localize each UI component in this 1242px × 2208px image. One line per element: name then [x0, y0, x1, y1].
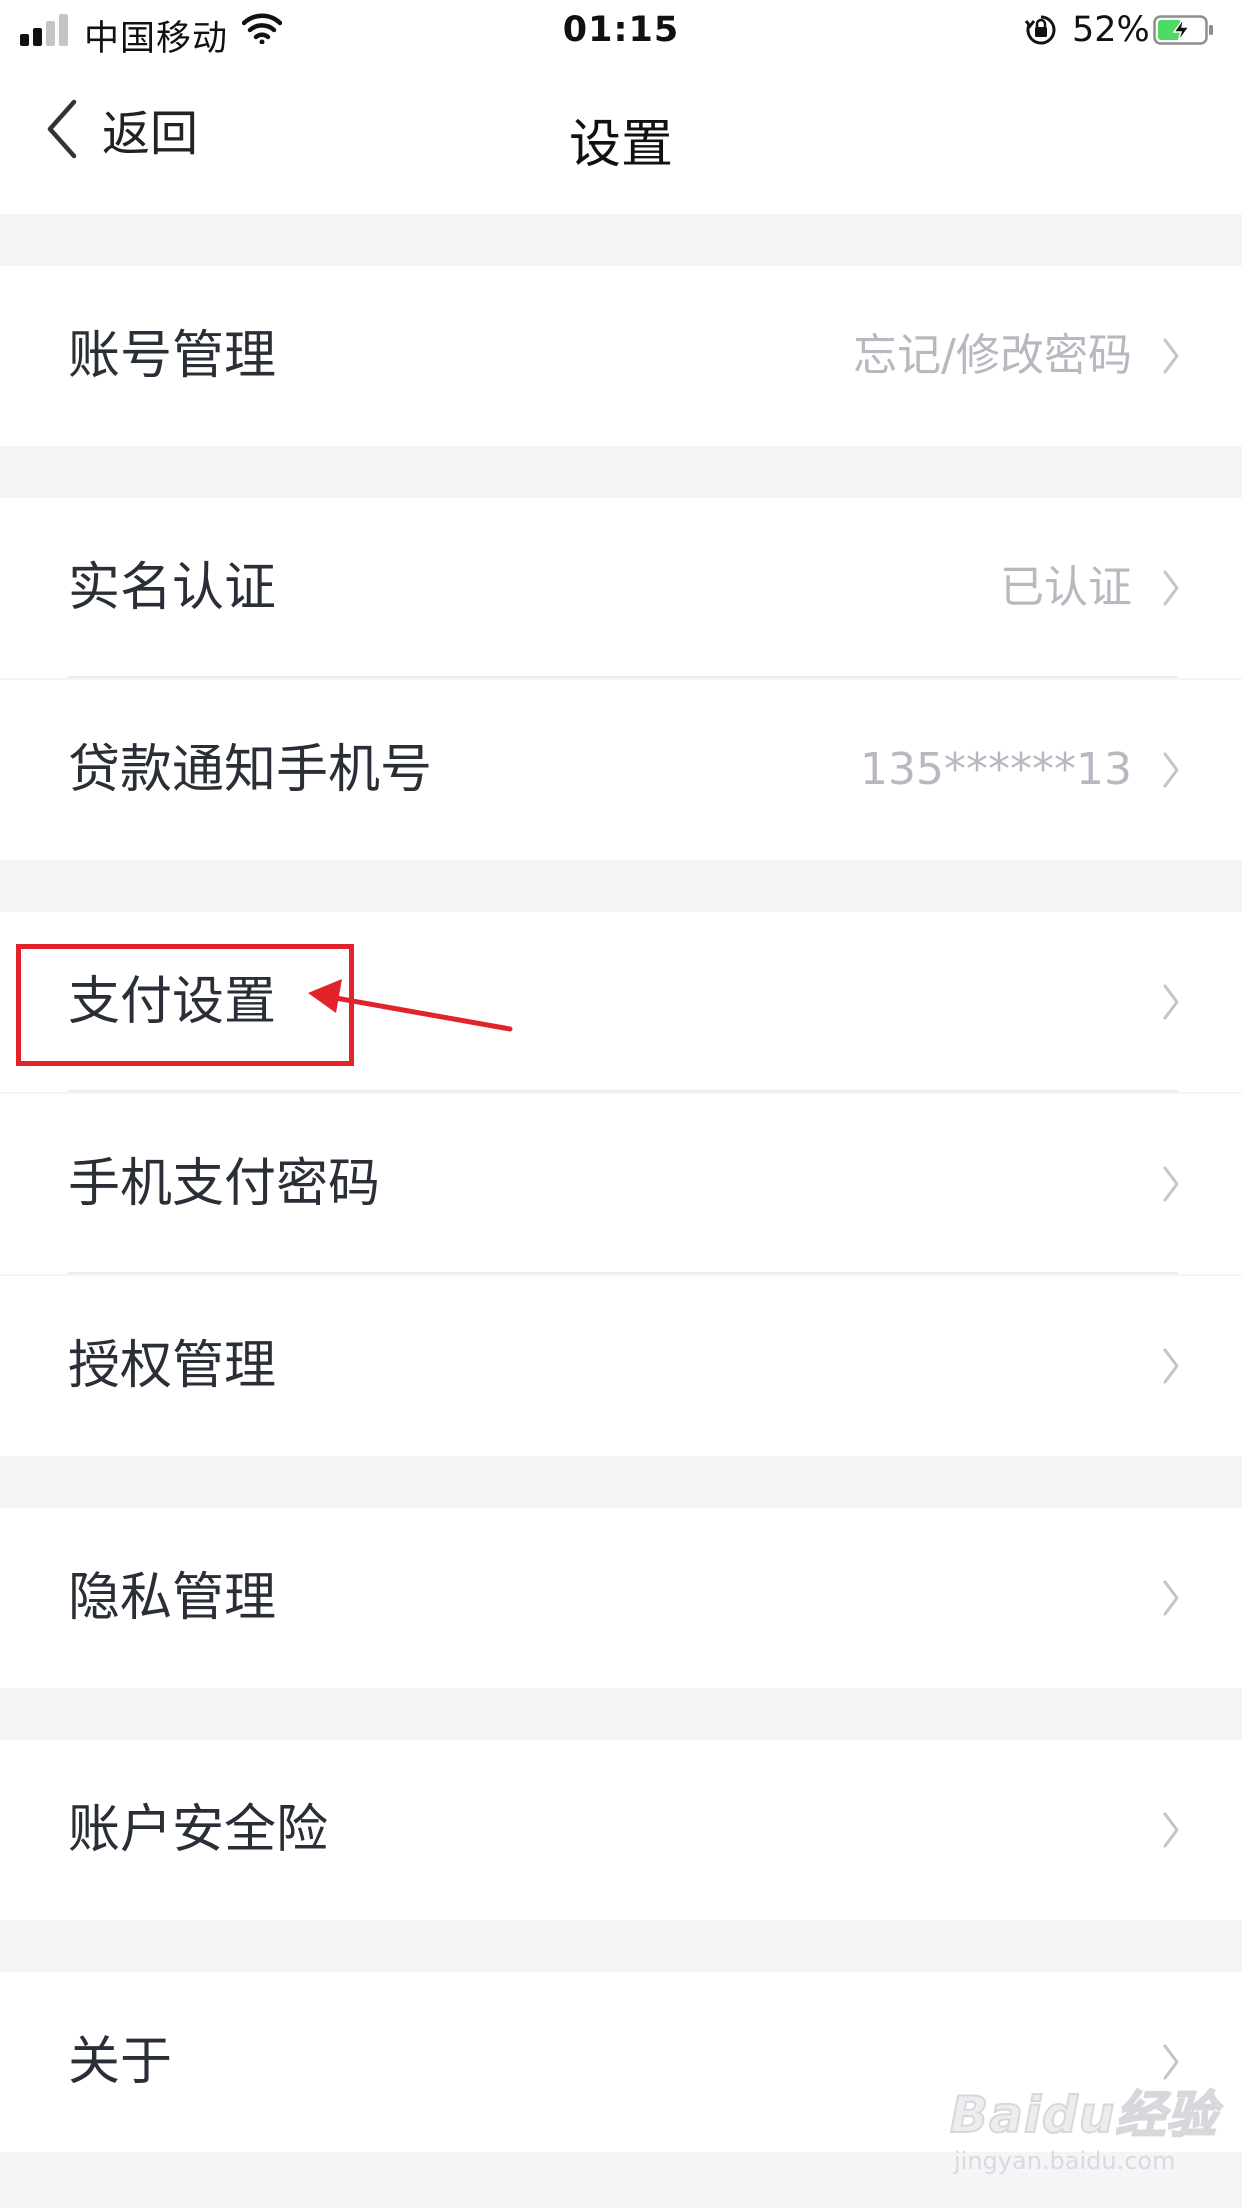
- chevron-right-icon: [1163, 570, 1179, 606]
- chevron-right-icon: [1163, 338, 1179, 374]
- settings-item-label: 手机支付密码: [68, 1154, 381, 1214]
- settings-item-label: 账户安全险: [68, 1800, 329, 1860]
- settings-item-label: 关于: [68, 2032, 173, 2092]
- settings-item-label: 隐私管理: [68, 1568, 277, 1628]
- row-divider: [68, 1272, 1178, 1274]
- chevron-right-icon: [1163, 1812, 1179, 1848]
- annotation-arrow-icon: [308, 979, 513, 1032]
- battery-percentage: 52%: [1072, 10, 1150, 50]
- settings-item-value: 已认证: [1000, 562, 1132, 613]
- baidu-jingyan-watermark: Baidu经验 jingyan.baidu.com: [949, 2075, 1217, 2185]
- watermark-brand: Baidu经验: [949, 2085, 1218, 2145]
- settings-item-value: 135******13: [860, 744, 1132, 795]
- settings-item-label: 实名认证: [68, 558, 277, 618]
- chevron-right-icon: [1163, 984, 1179, 1020]
- chevron-right-icon: [1163, 752, 1179, 788]
- status-bar: 中国移动 01:15 52%: [0, 0, 1242, 62]
- settings-item-privacy-management[interactable]: 隐私管理: [0, 1508, 1242, 1688]
- row-divider: [68, 1090, 1178, 1092]
- settings-item-real-name-verification[interactable]: 实名认证 已认证: [0, 498, 1242, 678]
- settings-item-authorization-management[interactable]: 授权管理: [0, 1276, 1242, 1456]
- navigation-bar: 返回 设置: [0, 62, 1242, 214]
- settings-item-mobile-pay-password[interactable]: 手机支付密码: [0, 1094, 1242, 1274]
- orientation-lock-icon: [1024, 15, 1056, 45]
- row-divider: [68, 676, 1178, 678]
- watermark-url: jingyan.baidu.com: [954, 2147, 1176, 2175]
- chevron-right-icon: [1163, 1348, 1179, 1384]
- settings-item-account-security-insurance[interactable]: 账户安全险: [0, 1740, 1242, 1920]
- settings-item-label: 贷款通知手机号: [68, 740, 433, 800]
- settings-item-account-management[interactable]: 账号管理 忘记/修改密码: [0, 266, 1242, 446]
- settings-item-loan-notification-phone[interactable]: 贷款通知手机号 135******13: [0, 680, 1242, 860]
- chevron-right-icon: [1163, 1166, 1179, 1202]
- settings-item-label: 账号管理: [68, 326, 277, 386]
- battery-charging-icon: [1153, 15, 1213, 45]
- settings-item-label: 授权管理: [68, 1336, 277, 1396]
- page-title: 设置: [568, 115, 673, 175]
- settings-item-value: 忘记/修改密码: [853, 330, 1132, 381]
- chevron-right-icon: [1163, 1580, 1179, 1616]
